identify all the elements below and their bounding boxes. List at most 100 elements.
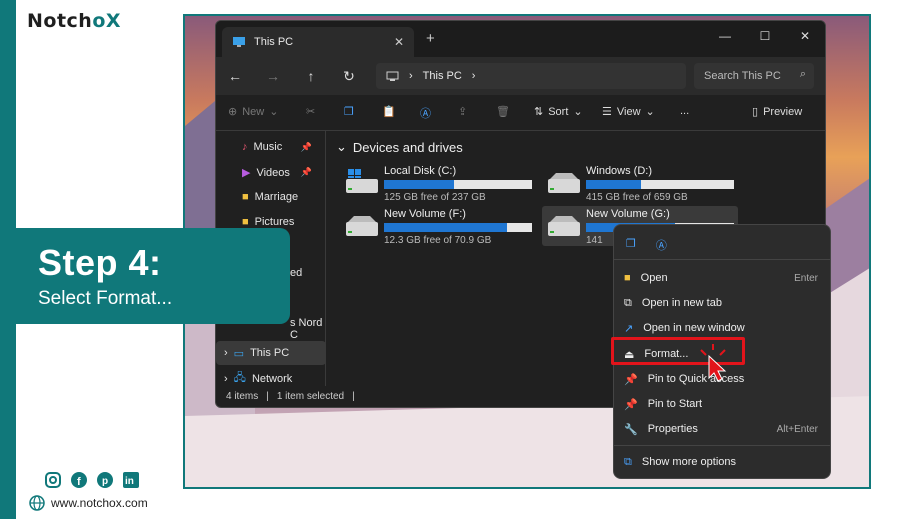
- brand-logo: NotchoX: [27, 10, 122, 32]
- menu-item-pin-start[interactable]: 📌 Pin to Start: [624, 393, 822, 415]
- view-button[interactable]: ☰ View ⌄: [602, 105, 655, 119]
- chevron-right-icon: ›: [409, 70, 413, 82]
- chevron-right-icon: ›: [471, 70, 476, 82]
- video-icon: ▶: [242, 167, 251, 179]
- globe-icon: [29, 495, 45, 511]
- search-input[interactable]: Search This PC ⌕: [694, 63, 814, 89]
- folder-icon: ■: [624, 272, 631, 284]
- drive-free-space: 415 GB free of 659 GB: [586, 192, 688, 203]
- new-tab-icon[interactable]: +: [426, 30, 435, 47]
- share-icon[interactable]: ⇪: [458, 105, 467, 118]
- up-icon[interactable]: ↑: [292, 68, 330, 84]
- chevron-down-icon: ⌄: [573, 106, 583, 118]
- preview-pane-icon: ▯: [752, 106, 759, 118]
- plus-icon: ⊕: [228, 106, 238, 118]
- drive-usage-bar: [384, 223, 532, 232]
- sort-button[interactable]: ⇅ Sort ⌄: [534, 105, 583, 119]
- sidebar-item-marriage[interactable]: ■ Marriage: [242, 191, 298, 203]
- copy-icon[interactable]: ❐: [626, 237, 636, 253]
- title-bar: This PC ✕ + — ☐ ✕: [216, 21, 825, 57]
- address-bar[interactable]: › This PC ›: [376, 63, 686, 89]
- svg-text:p: p: [102, 476, 108, 487]
- sidebar-item-partial-2[interactable]: s Nord C: [290, 317, 325, 341]
- sidebar-item-music[interactable]: ♪ Music 📌: [242, 141, 322, 153]
- drive-f[interactable]: New Volume (F:) 12.3 GB free of 70.9 GB: [340, 206, 536, 246]
- rename-icon[interactable]: Ⓐ: [420, 105, 431, 121]
- sidebar-item-videos[interactable]: ▶ Videos 📌: [242, 166, 322, 180]
- drive-icon: [548, 173, 580, 193]
- drive-name: Local Disk (C:): [384, 165, 457, 177]
- tab-this-pc[interactable]: This PC ✕: [222, 27, 414, 57]
- cut-icon[interactable]: ✂: [306, 105, 315, 118]
- navigation-bar: ← → ↑ ↻ › This PC › Search This PC ⌕: [216, 57, 825, 95]
- more-options-button[interactable]: ...: [680, 105, 689, 117]
- svg-text:f: f: [77, 476, 81, 488]
- monitor-icon: [386, 71, 399, 81]
- maximize-icon[interactable]: ☐: [745, 21, 785, 51]
- new-tab-icon: ⧉: [624, 296, 632, 309]
- drive-d[interactable]: Windows (D:) 415 GB free of 659 GB: [542, 163, 738, 203]
- menu-item-properties[interactable]: 🔧 Properties Alt+Enter: [624, 418, 822, 440]
- back-icon[interactable]: ←: [216, 68, 254, 84]
- refresh-icon[interactable]: ↻: [330, 68, 368, 85]
- step-label: Step 4: Select Format...: [16, 228, 290, 324]
- chevron-right-icon: ›: [224, 347, 228, 359]
- menu-item-open[interactable]: ■ Open Enter: [624, 267, 822, 289]
- address-text: This PC: [422, 70, 462, 82]
- chevron-down-icon: ⌄: [336, 139, 347, 154]
- sidebar-item-this-pc[interactable]: › ▭ This PC: [216, 341, 326, 365]
- section-header[interactable]: ⌄ Devices and drives: [336, 139, 463, 155]
- pin-icon: 📌: [624, 373, 638, 386]
- forward-icon[interactable]: →: [254, 68, 292, 84]
- menu-item-open-new-window[interactable]: ↗ Open in new window: [624, 317, 822, 339]
- rename-icon[interactable]: Ⓐ: [656, 237, 667, 253]
- step-subtitle: Select Format...: [38, 288, 173, 309]
- copy-icon[interactable]: ❐: [344, 105, 354, 118]
- search-icon: ⌕: [799, 68, 806, 80]
- drive-c[interactable]: Local Disk (C:) 125 GB free of 237 GB: [340, 163, 536, 203]
- drive-icon: [548, 216, 580, 236]
- drive-name: New Volume (F:): [384, 208, 466, 220]
- monitor-icon: [233, 37, 245, 47]
- social-links: f p in: [44, 471, 140, 489]
- brand-stripe: [0, 0, 16, 519]
- monitor-icon: ▭: [233, 347, 245, 360]
- music-icon: ♪: [242, 141, 248, 153]
- wrench-icon: 🔧: [624, 423, 638, 436]
- preview-button[interactable]: ▯ Preview: [752, 105, 802, 119]
- close-window-icon[interactable]: ✕: [785, 21, 825, 51]
- svg-text:in: in: [125, 476, 134, 487]
- view-icon: ☰: [602, 106, 612, 118]
- linkedin-icon[interactable]: in: [122, 471, 140, 489]
- chevron-down-icon: ⌄: [645, 106, 655, 118]
- new-button[interactable]: ⊕ New ⌄: [228, 105, 279, 119]
- step-title: Step 4:: [38, 242, 162, 283]
- facebook-icon[interactable]: f: [70, 471, 88, 489]
- drive-icon: [346, 216, 378, 236]
- folder-icon: ■: [242, 191, 249, 203]
- sidebar-item-pictures[interactable]: ■ Pictures: [242, 216, 294, 228]
- drive-free-space: 125 GB free of 237 GB: [384, 192, 486, 203]
- chevron-down-icon: ⌄: [269, 106, 279, 118]
- menu-item-show-more-options[interactable]: ⧉ Show more options: [624, 451, 822, 473]
- chevron-right-icon: ›: [224, 372, 228, 385]
- drive-usage-bar: [586, 180, 734, 189]
- cursor-click-icon: [700, 344, 727, 382]
- pin-icon: 📌: [624, 398, 638, 411]
- menu-item-open-new-tab[interactable]: ⧉ Open in new tab: [624, 292, 822, 314]
- delete-icon[interactable]: 🗑: [496, 105, 510, 118]
- minimize-icon[interactable]: —: [705, 21, 745, 51]
- instagram-icon[interactable]: [44, 471, 62, 489]
- paste-icon[interactable]: 📋: [382, 105, 396, 118]
- website-link[interactable]: www.notchox.com: [29, 495, 148, 511]
- open-window-icon: ↗: [624, 322, 634, 335]
- sidebar-item-partial[interactable]: ed: [290, 267, 302, 279]
- drive-name: New Volume (G:): [586, 208, 670, 220]
- more-options-icon: ⧉: [624, 455, 632, 468]
- close-tab-icon[interactable]: ✕: [394, 35, 404, 49]
- windows-drive-icon: [346, 169, 378, 193]
- folder-icon: ■: [242, 216, 249, 228]
- drive-name: Windows (D:): [586, 165, 653, 177]
- pinterest-icon[interactable]: p: [96, 471, 114, 489]
- tab-label: This PC: [254, 36, 294, 48]
